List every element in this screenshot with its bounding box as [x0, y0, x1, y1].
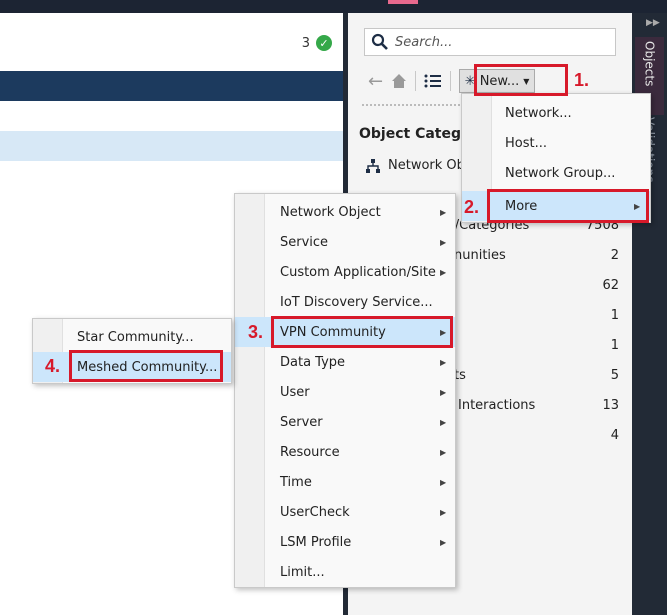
- submenu-arrow-icon: ▶: [440, 267, 447, 277]
- highlight-box-meshed: [69, 350, 223, 382]
- menu-item-label: IoT Discovery Service...: [280, 294, 433, 310]
- selected-table-row[interactable]: [0, 131, 345, 161]
- top-accent: [388, 0, 418, 4]
- category-row-label: Interactions: [458, 398, 536, 413]
- submenu-arrow-icon: ▶: [440, 387, 447, 397]
- toolbar-separator: [415, 71, 417, 91]
- category-row-count: 5: [610, 368, 619, 383]
- category-row-count: 2: [610, 248, 619, 263]
- submenu-arrow-icon: ▶: [440, 507, 447, 517]
- submenu-arrow-icon: ▶: [440, 477, 447, 487]
- category-row-label: nunities: [454, 248, 506, 263]
- step-label-3: 3.: [248, 322, 264, 342]
- menu-item-label: User: [280, 384, 310, 400]
- step-label-1: 1.: [574, 70, 590, 90]
- menu-item-label: Data Type: [280, 354, 346, 370]
- category-label: Network Ob: [388, 158, 465, 173]
- menu-item-custom-application[interactable]: Custom Application/Site ▶: [235, 257, 455, 287]
- check-circle-icon: ✓: [316, 35, 332, 51]
- menu-item-lsm-profile[interactable]: LSM Profile ▶: [235, 527, 455, 557]
- toolbar-drag-handle[interactable]: [362, 104, 472, 106]
- submenu-arrow-icon: ▶: [440, 237, 447, 247]
- back-arrow-icon[interactable]: ←: [368, 71, 383, 92]
- menu-item-host[interactable]: Host...: [462, 128, 650, 158]
- menu-item-server[interactable]: Server ▶: [235, 407, 455, 437]
- menu-item-time[interactable]: Time ▶: [235, 467, 455, 497]
- menu-item-star-community[interactable]: Star Community...: [33, 322, 231, 352]
- highlight-box-more: [487, 189, 649, 223]
- menu-item-user[interactable]: User ▶: [235, 377, 455, 407]
- expand-icon[interactable]: ▶▶: [646, 18, 660, 28]
- validation-count: 3: [301, 35, 310, 51]
- highlight-box-vpn: [271, 316, 453, 348]
- category-row-count: 62: [602, 278, 619, 293]
- menu-item-label: Network...: [505, 105, 572, 121]
- submenu-arrow-icon: ▶: [440, 537, 447, 547]
- search-placeholder: Search...: [395, 34, 453, 50]
- submenu-arrow-icon: ▶: [440, 357, 447, 367]
- step-label-2: 2.: [464, 197, 480, 217]
- menu-item-limit[interactable]: Limit...: [235, 557, 455, 587]
- search-input[interactable]: Search...: [364, 28, 616, 56]
- menu-item-label: Server: [280, 414, 323, 430]
- toolbar-separator: [450, 71, 452, 91]
- menu-item-label: Host...: [505, 135, 547, 151]
- validation-status[interactable]: 3 ✓: [302, 35, 332, 51]
- highlight-box-new: [474, 64, 568, 96]
- submenu-arrow-icon: ▶: [440, 207, 447, 217]
- menu-item-network-group[interactable]: Network Group...: [462, 158, 650, 188]
- menu-item-label: Network Object: [280, 204, 381, 220]
- search-icon: [371, 33, 388, 50]
- home-icon[interactable]: [391, 73, 407, 89]
- more-submenu: Network Object ▶ Service ▶ Custom Applicat…: [234, 193, 456, 588]
- submenu-arrow-icon: ▶: [440, 447, 447, 457]
- menu-item-network[interactable]: Network...: [462, 98, 650, 128]
- category-row-count: 13: [602, 398, 619, 413]
- menu-item-resource[interactable]: Resource ▶: [235, 437, 455, 467]
- category-row-count: 4: [610, 428, 619, 443]
- category-row-count: 1: [610, 308, 619, 323]
- menu-item-network-object[interactable]: Network Object ▶: [235, 197, 455, 227]
- menu-item-iot-discovery[interactable]: IoT Discovery Service...: [235, 287, 455, 317]
- list-view-icon[interactable]: [424, 73, 442, 89]
- menu-item-label: Service: [280, 234, 329, 250]
- menu-item-label: Network Group...: [505, 165, 616, 181]
- menu-item-label: Limit...: [280, 564, 325, 580]
- menu-item-label: Custom Application/Site: [280, 264, 436, 280]
- table-header: [0, 71, 345, 101]
- menu-item-usercheck[interactable]: UserCheck ▶: [235, 497, 455, 527]
- menu-item-label: UserCheck: [280, 504, 350, 520]
- menu-item-label: Star Community...: [77, 329, 194, 345]
- menu-item-label: Time: [280, 474, 312, 490]
- menu-item-data-type[interactable]: Data Type ▶: [235, 347, 455, 377]
- menu-item-label: Resource: [280, 444, 340, 460]
- step-label-4: 4.: [45, 356, 61, 376]
- categories-title: Object Categor: [359, 126, 478, 142]
- network-icon: [366, 158, 380, 173]
- menu-item-label: LSM Profile: [280, 534, 352, 550]
- submenu-arrow-icon: ▶: [440, 417, 447, 427]
- top-bar: [0, 0, 667, 13]
- category-row-count: 1: [610, 338, 619, 353]
- category-network-objects[interactable]: Network Ob: [366, 158, 465, 173]
- menu-item-service[interactable]: Service ▶: [235, 227, 455, 257]
